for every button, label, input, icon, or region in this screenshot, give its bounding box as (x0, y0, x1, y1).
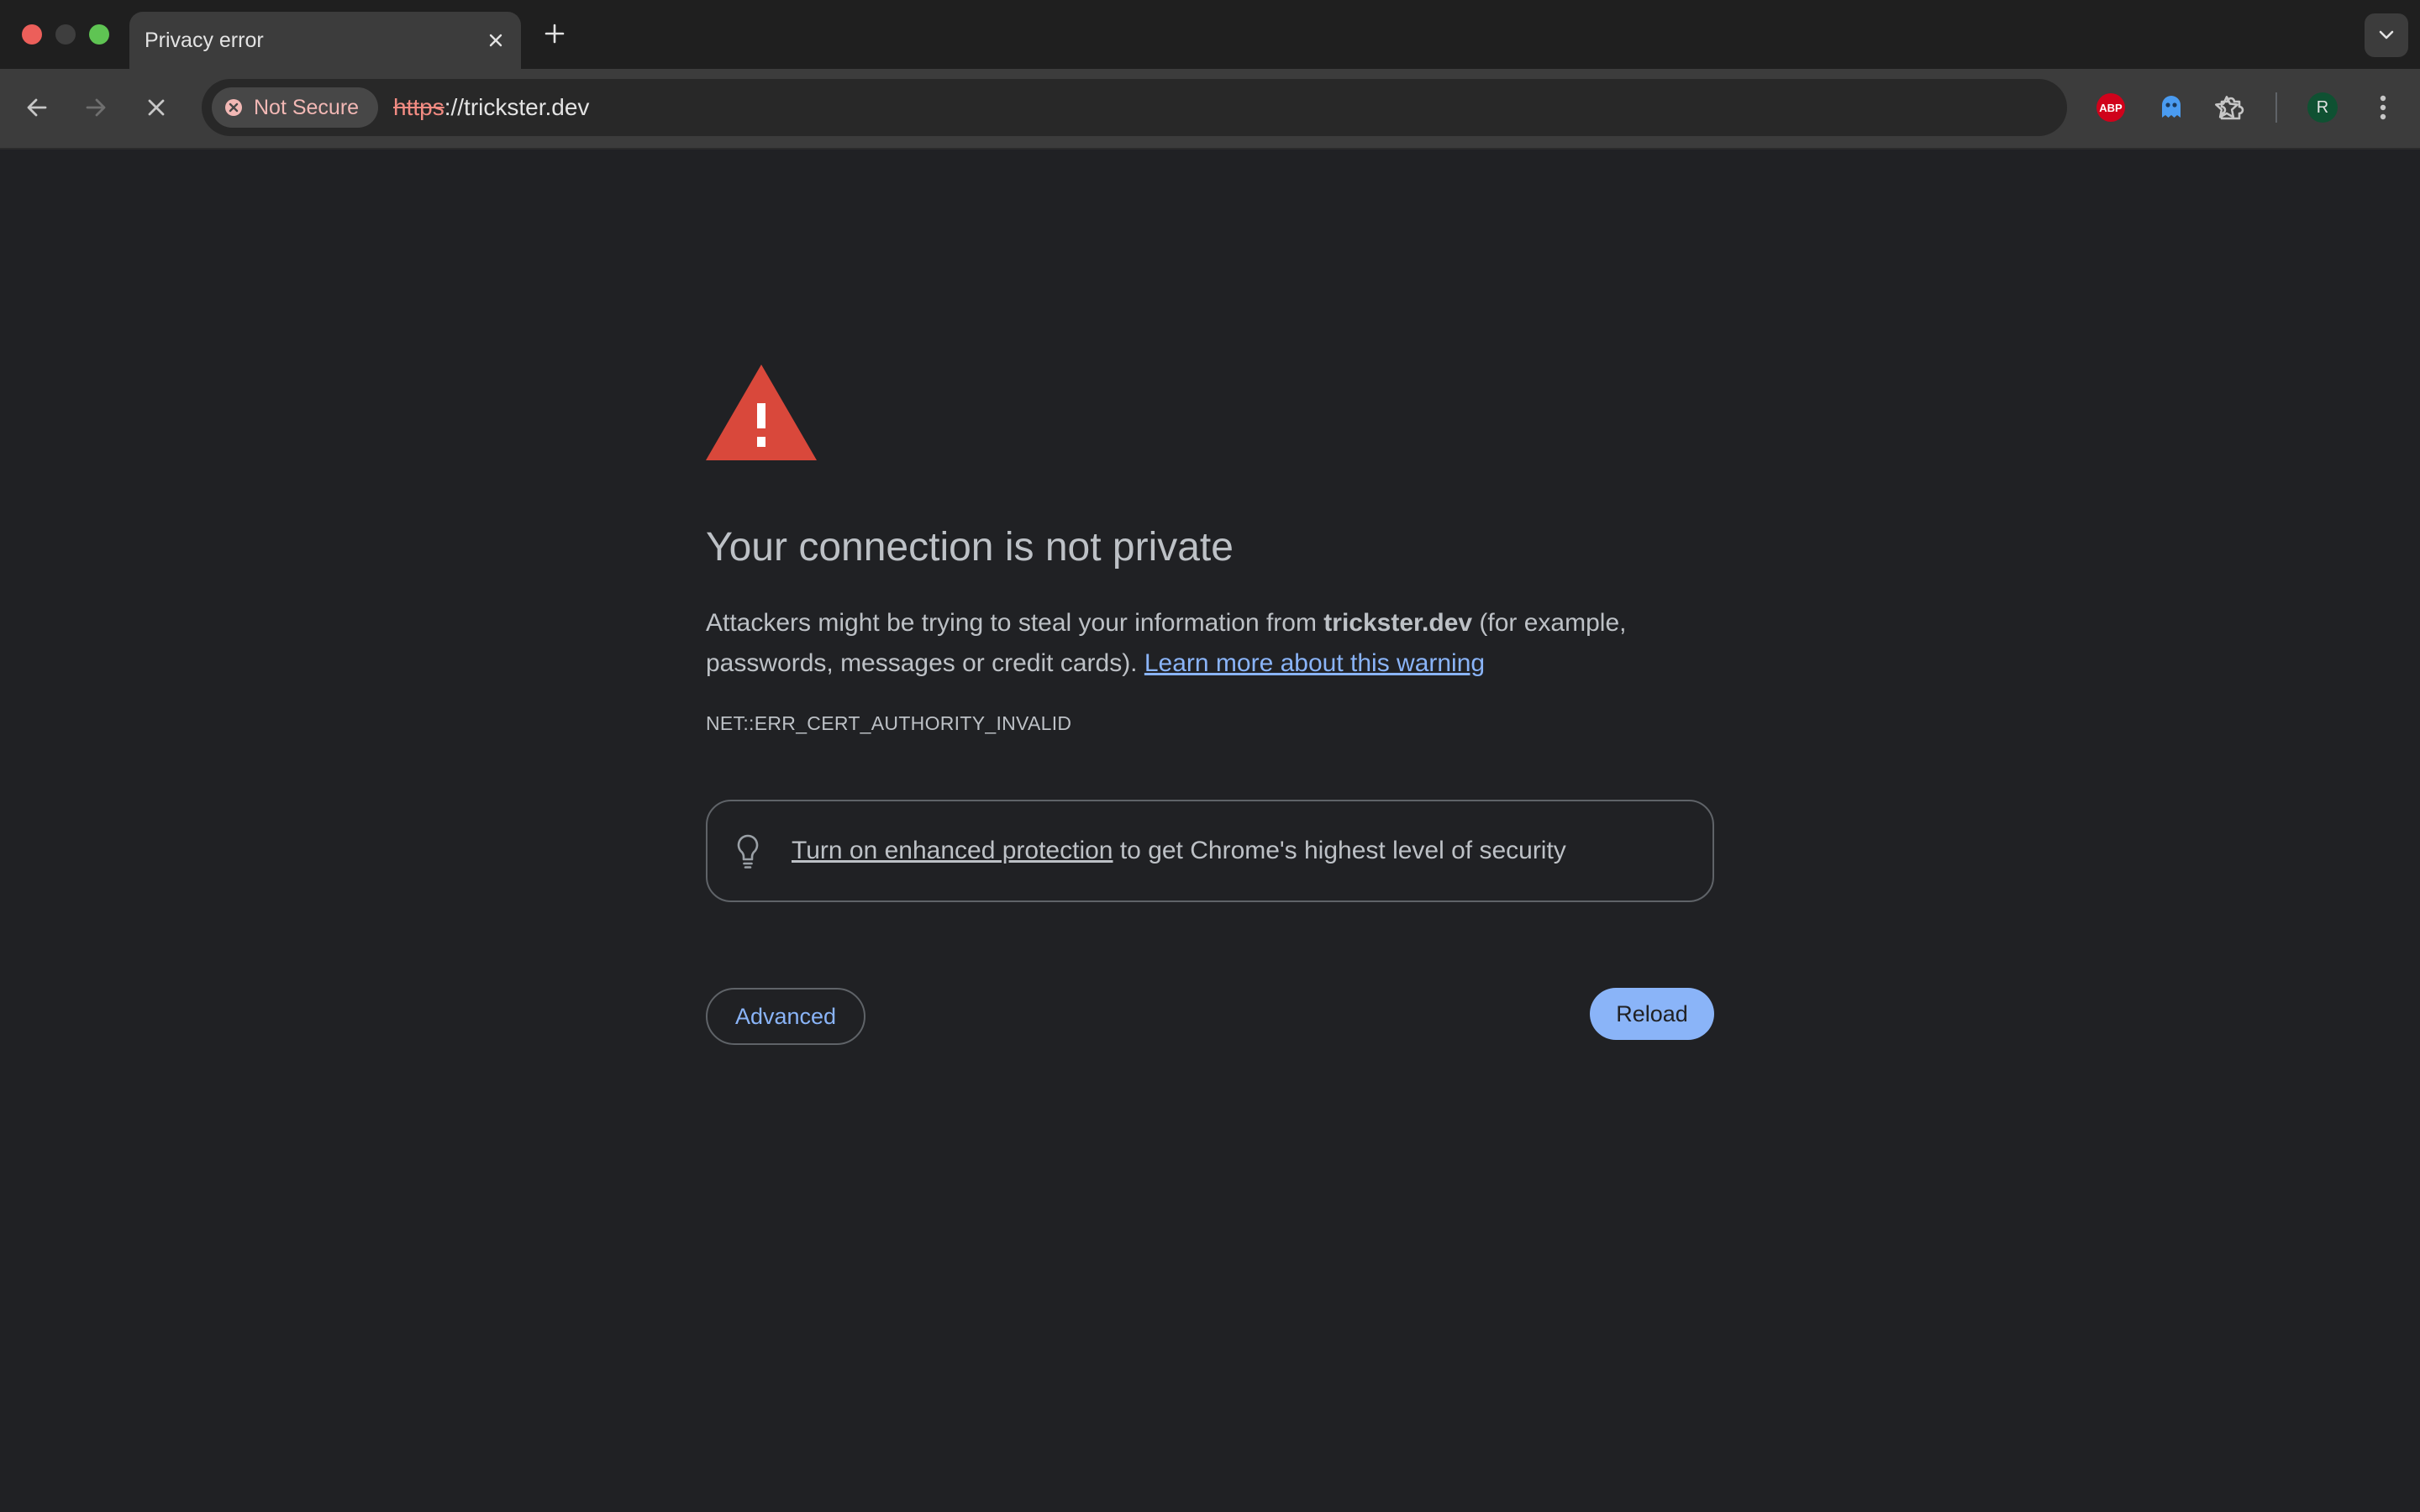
plus-icon[interactable] (541, 18, 568, 49)
error-circle-icon (225, 99, 242, 116)
close-icon[interactable] (482, 27, 509, 54)
description-prefix: Attackers might be trying to steal your … (706, 609, 1324, 637)
tab-strip: Privacy error (0, 0, 2420, 69)
url-scheme: https (393, 94, 445, 120)
security-chip[interactable]: Not Secure (212, 87, 378, 128)
stop-loading-button[interactable] (138, 89, 175, 126)
warning-triangle-icon (706, 365, 817, 460)
security-chip-label: Not Secure (254, 96, 360, 119)
url-text[interactable]: https://trickster.dev (393, 79, 589, 136)
ghost-icon[interactable] (2153, 89, 2190, 126)
advanced-button[interactable]: Advanced (706, 988, 865, 1045)
reload-button[interactable]: Reload (1590, 988, 1714, 1040)
enhanced-protection-text: Turn on enhanced protection to get Chrom… (792, 801, 1566, 900)
window-minimize-button[interactable] (55, 24, 76, 45)
lightbulb-icon (737, 834, 759, 869)
enhanced-protection-link[interactable]: Turn on enhanced protection (792, 837, 1113, 864)
toolbar-separator (2275, 92, 2277, 123)
arrow-right-icon[interactable] (77, 89, 114, 126)
enhanced-protection-banner: Turn on enhanced protection to get Chrom… (706, 800, 1714, 902)
window-close-button[interactable] (22, 24, 42, 45)
puzzle-icon[interactable] (2213, 89, 2250, 126)
avatar: R (2307, 92, 2338, 123)
abp-icon: ABP (2096, 93, 2125, 122)
adblock-plus-extension[interactable]: ABP (2092, 89, 2129, 126)
address-bar[interactable]: Not Secure https://trickster.dev (202, 79, 2238, 136)
learn-more-link[interactable]: Learn more about this warning (1144, 649, 1485, 677)
browser-window: Privacy error Not Secure https://trickst… (0, 0, 2420, 1512)
window-zoom-button[interactable] (89, 24, 109, 45)
kebab-menu-icon[interactable] (2365, 89, 2402, 126)
page-title: Your connection is not private (706, 525, 1234, 570)
url-host: ://trickster.dev (444, 94, 590, 120)
tab-title: Privacy error (145, 29, 264, 52)
arrow-left-icon[interactable] (18, 89, 55, 126)
close-icon (148, 99, 165, 116)
error-code: NET::ERR_CERT_AUTHORITY_INVALID (706, 712, 1072, 734)
warning-description: Attackers might be trying to steal your … (706, 603, 1714, 684)
enhanced-protection-suffix: to get Chrome's highest level of securit… (1113, 837, 1566, 864)
chevron-down-icon[interactable] (2365, 13, 2408, 57)
profile-button[interactable]: R (2304, 89, 2341, 126)
tab-privacy-error[interactable]: Privacy error (129, 12, 521, 69)
domain-name: trickster.dev (1323, 609, 1473, 637)
